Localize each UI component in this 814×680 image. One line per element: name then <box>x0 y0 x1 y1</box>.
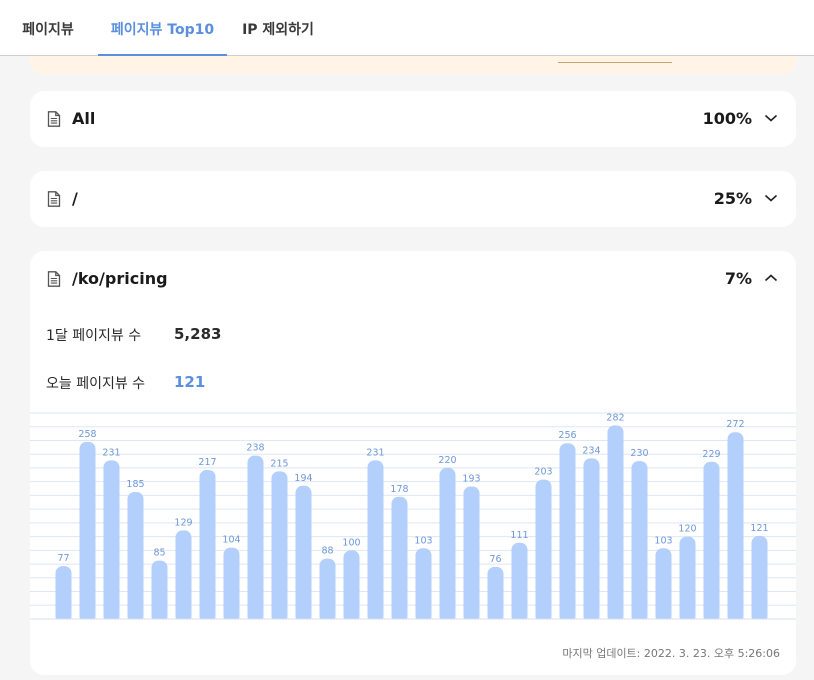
tab-pageviews[interactable]: 페이지뷰 <box>6 0 90 56</box>
page-card-root: / 25% <box>30 171 796 227</box>
page-card-ko-pricing-header[interactable]: /ko/pricing 7% <box>30 251 796 307</box>
chart-bar <box>439 467 456 623</box>
chart-bar <box>415 548 432 623</box>
bar-value-label: 272 <box>726 419 744 430</box>
chart-baseline-mask <box>30 619 796 627</box>
chevron-down-icon[interactable] <box>764 193 778 203</box>
monthly-pageviews-value: 5,283 <box>174 325 222 343</box>
page-card-all: All 100% <box>30 91 796 147</box>
chart-bar <box>103 460 120 623</box>
bar-value-label: 100 <box>342 537 360 548</box>
monthly-pageviews-label: 1달 페이지뷰 수 <box>46 328 142 344</box>
last-updated-text: 마지막 업데이트: 2022. 3. 23. 오후 5:26:06 <box>562 647 780 660</box>
chart-bar <box>583 458 600 623</box>
notice-banner <box>30 56 796 74</box>
tab-pageviews-top10-label: 페이지뷰 Top10 <box>110 22 215 38</box>
bar-value-label: 238 <box>246 443 264 454</box>
chart-bar <box>79 441 96 623</box>
chart-bar <box>703 461 720 623</box>
chart-bar <box>367 460 384 623</box>
bar-value-label: 256 <box>558 430 576 441</box>
banner-link[interactable] <box>558 53 672 63</box>
chart-bar <box>631 461 648 623</box>
chart-bar <box>655 548 672 623</box>
page-path: All <box>72 109 96 128</box>
bar-value-label: 104 <box>222 535 240 546</box>
bar-value-label: 220 <box>438 455 456 466</box>
bar-value-label: 103 <box>654 535 672 546</box>
chart-bar <box>271 471 288 623</box>
page-percent: 100% <box>702 109 752 128</box>
bar-value-label: 282 <box>606 412 624 423</box>
chart-bar <box>727 432 744 623</box>
chart-bar <box>319 558 336 623</box>
chart-bar <box>535 479 552 623</box>
today-pageviews-value: 121 <box>174 373 206 391</box>
bar-value-label: 178 <box>390 484 408 495</box>
chart-bar <box>55 566 72 623</box>
bar-value-label: 120 <box>678 524 696 535</box>
chart-bar <box>559 443 576 623</box>
page-card-root-header[interactable]: / 25% <box>30 171 796 227</box>
bar-value-label: 103 <box>414 535 432 546</box>
bar-value-label: 194 <box>294 473 312 484</box>
bar-value-label: 77 <box>57 553 69 564</box>
chart-bar <box>343 550 360 623</box>
chart-bar <box>127 491 144 623</box>
bar-value-label: 88 <box>321 546 333 557</box>
bar-value-label: 85 <box>153 548 165 559</box>
chart-bar <box>391 496 408 623</box>
chart-bar <box>151 560 168 623</box>
tab-ip-exclude[interactable]: IP 제외하기 <box>236 0 320 56</box>
document-icon <box>47 111 61 127</box>
document-icon <box>47 271 61 287</box>
page-card-all-header[interactable]: All 100% <box>30 91 796 147</box>
bar-value-label: 111 <box>510 530 528 541</box>
pageviews-bar-chart: 77 258 231 185 85 129 217 104 238 215 194 88 100 231 1… <box>30 412 796 627</box>
chart-bar <box>511 542 528 623</box>
bar-value-label: 217 <box>198 457 216 468</box>
today-pageviews-label: 오늘 페이지뷰 수 <box>46 376 146 392</box>
chart-bar <box>679 536 696 623</box>
bar-value-label: 129 <box>174 517 192 528</box>
bar-value-label: 234 <box>582 445 600 456</box>
bar-value-label: 215 <box>270 458 288 469</box>
chart-bar <box>247 455 264 623</box>
chart-bar <box>295 485 312 623</box>
bar-value-label: 258 <box>78 429 96 440</box>
chart-bar <box>223 547 240 623</box>
bar-value-label: 203 <box>534 467 552 478</box>
tab-bar: 페이지뷰 페이지뷰 Top10 IP 제외하기 <box>0 0 814 57</box>
bar-value-label: 230 <box>630 448 648 459</box>
page-card-ko-pricing: /ko/pricing 7% 1달 페이지뷰 수 5,283 오늘 페이지뷰 수… <box>30 251 796 675</box>
chart-bar <box>199 469 216 623</box>
bar-value-label: 193 <box>462 473 480 484</box>
chart-bar <box>463 486 480 623</box>
page-path: /ko/pricing <box>72 269 168 288</box>
chart-bar <box>175 530 192 623</box>
page-percent: 25% <box>713 189 752 208</box>
chart-bar <box>487 566 504 623</box>
chart-bar <box>751 535 768 623</box>
bar-value-label: 231 <box>366 447 384 458</box>
tab-pageviews-top10[interactable]: 페이지뷰 Top10 <box>98 0 227 57</box>
chart-bar <box>607 425 624 623</box>
bar-value-label: 229 <box>702 449 720 460</box>
document-icon <box>47 191 61 207</box>
bar-value-label: 185 <box>126 479 144 490</box>
bar-value-label: 76 <box>489 554 501 565</box>
bar-value-label: 121 <box>750 523 768 534</box>
chevron-up-icon[interactable] <box>764 273 778 283</box>
chevron-down-icon[interactable] <box>764 113 778 123</box>
bar-value-label: 231 <box>102 447 120 458</box>
page-percent: 7% <box>724 269 752 288</box>
page-path: / <box>72 189 78 208</box>
